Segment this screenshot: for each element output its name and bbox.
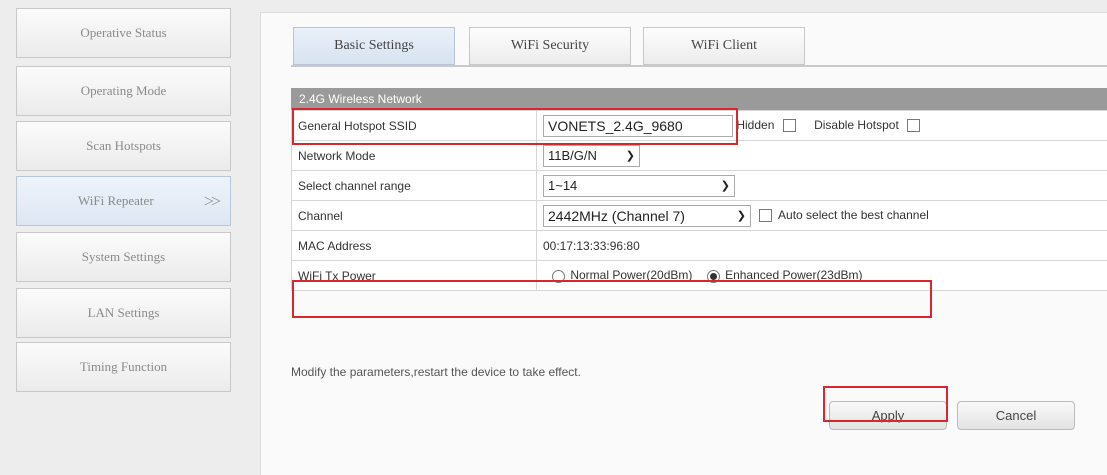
tab-basic-settings[interactable]: Basic Settings [293,27,455,65]
network-mode-cell: 11B/G/N ❯ [536,140,1107,171]
sidebar-item-operating-mode[interactable]: Operating Mode [16,66,231,116]
tabs-divider [291,65,1107,67]
ssid-input[interactable]: VONETS_2.4G_9680 [543,114,733,137]
sidebar-item-label: LAN Settings [87,305,160,320]
sidebar-item-label: Operative Status [80,25,167,40]
tx-power-label: WiFi Tx Power [291,260,537,291]
channel-select[interactable]: 2442MHz (Channel 7) ❯ [543,204,751,227]
enhanced-power-label: Enhanced Power(23dBm) [725,268,863,283]
section-title: 2.4G Wireless Network [291,88,1107,110]
tab-wifi-client[interactable]: WiFi Client [643,27,805,65]
sidebar-item-label: Operating Mode [80,83,167,98]
network-mode-select[interactable]: 11B/G/N ❯ [543,144,640,167]
sidebar: Operative Status Operating Mode Scan Hot… [0,0,260,475]
sidebar-item-label: Timing Function [79,359,168,374]
table-row: General Hotspot SSID VONETS_2.4G_9680 Hi… [291,110,1107,141]
mac-value: 00:17:13:33:96:80 [536,230,1107,261]
sidebar-item-label: System Settings [81,249,166,264]
chevron-down-icon: ❯ [720,179,730,192]
disable-hotspot-checkbox[interactable] [907,119,921,132]
sidebar-item-scan-hotspots[interactable]: Scan Hotspots [16,121,231,171]
ssid-cell: VONETS_2.4G_9680 Hidden Disable Hotspot [536,110,1107,141]
sidebar-item-lan-settings[interactable]: LAN Settings [16,288,231,338]
apply-button[interactable]: Apply [829,401,947,430]
sidebar-item-system-settings[interactable]: System Settings [16,232,231,282]
channel-range-cell: 1~14 ❯ [536,170,1107,201]
wireless-network-section: 2.4G Wireless Network General Hotspot SS… [291,88,1107,291]
select-value: 1~14 [548,177,578,193]
select-value: 11B/G/N [548,147,597,163]
tab-label: WiFi Client [691,38,757,53]
select-value: 2442MHz (Channel 7) [548,207,685,224]
network-mode-label: Network Mode [291,140,537,171]
normal-power-label: Normal Power(20dBm) [570,268,693,283]
sidebar-item-label: WiFi Repeater [78,193,154,208]
note-text: Modify the parameters,restart the device… [291,365,581,379]
disable-hotspot-label: Disable Hotspot [814,117,899,132]
sidebar-item-timing-function[interactable]: Timing Function [16,342,231,392]
sidebar-item-operative-status[interactable]: Operative Status [16,8,231,58]
chevron-down-icon: ❯ [625,149,635,162]
double-chevron-right-icon: >> [203,191,221,211]
channel-range-label: Select channel range [291,170,537,201]
sidebar-item-wifi-repeater[interactable]: WiFi Repeater >> [16,176,231,226]
table-row: Channel 2442MHz (Channel 7) ❯ Auto select… [291,200,1107,231]
ssid-label: General Hotspot SSID [291,110,537,141]
table-row: WiFi Tx Power Normal Power(20dBm) Enhanc… [291,260,1107,291]
hidden-label: Hidden [736,117,775,132]
main-panel: Basic Settings WiFi Security WiFi Client… [260,12,1107,475]
channel-range-select[interactable]: 1~14 ❯ [543,174,735,197]
channel-cell: 2442MHz (Channel 7) ❯ Auto select the bes… [536,200,1107,231]
hidden-checkbox[interactable] [782,119,796,132]
channel-label: Channel [291,200,537,231]
auto-channel-label: Auto select the best channel [778,207,929,222]
normal-power-radio[interactable] [552,269,566,283]
chevron-down-icon: ❯ [736,209,746,222]
table-row: Network Mode 11B/G/N ❯ [291,140,1107,171]
tab-label: Basic Settings [334,38,414,53]
mac-label: MAC Address [291,230,537,261]
tab-label: WiFi Security [510,38,590,53]
tx-power-cell: Normal Power(20dBm) Enhanced Power(23dBm… [536,260,1107,291]
settings-table: General Hotspot SSID VONETS_2.4G_9680 Hi… [291,110,1107,291]
auto-channel-checkbox[interactable] [759,209,773,222]
tab-wifi-security[interactable]: WiFi Security [469,27,631,65]
table-row: MAC Address 00:17:13:33:96:80 [291,230,1107,261]
table-row: Select channel range 1~14 ❯ [291,170,1107,201]
enhanced-power-radio[interactable] [707,269,721,283]
sidebar-item-label: Scan Hotspots [86,138,161,153]
cancel-button[interactable]: Cancel [957,401,1075,430]
